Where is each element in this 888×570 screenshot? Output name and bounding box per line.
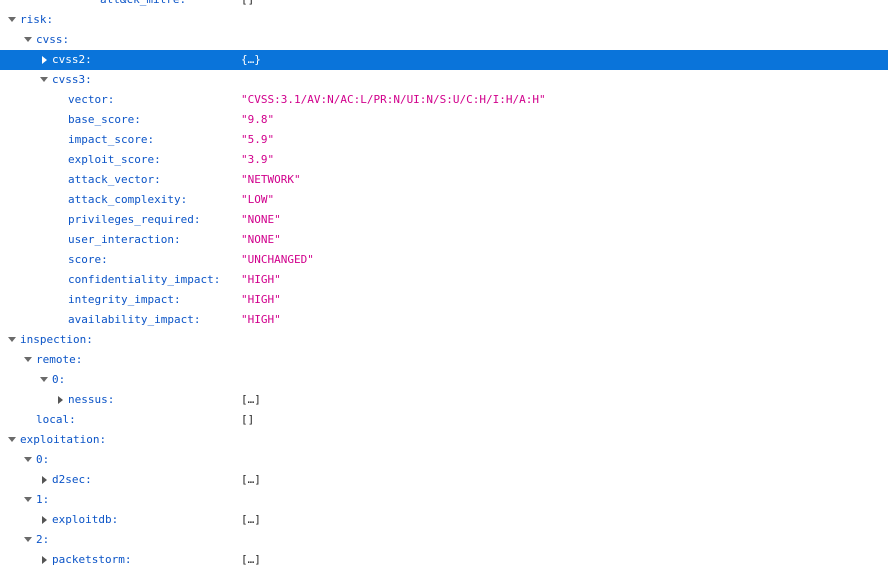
tree-row: integrity_impact: "HIGH" — [0, 290, 888, 310]
tree-value: "3.9" — [241, 153, 275, 166]
tree-row: local: [] — [0, 410, 888, 430]
tree-row[interactable]: exploitdb: […] — [0, 510, 888, 530]
tree-key: nessus: — [68, 393, 115, 406]
tree-key: risk: — [20, 13, 54, 26]
tree-row[interactable]: cvss2: {…} — [0, 50, 888, 70]
tree-key: cvss3: — [52, 73, 92, 86]
tree-key: inspection: — [20, 333, 93, 346]
tree-key: cvss: — [36, 33, 70, 46]
tree-row: user_interaction: "NONE" — [0, 230, 888, 250]
expanded-arrow-icon[interactable] — [24, 536, 32, 544]
tree-value[interactable]: […] — [241, 470, 261, 490]
tree-value: "UNCHANGED" — [241, 253, 314, 266]
expanded-arrow-icon[interactable] — [8, 336, 16, 344]
tree-key: availability_impact: — [68, 313, 201, 326]
tree-key: 2: — [36, 533, 50, 546]
expanded-arrow-icon[interactable] — [24, 36, 32, 44]
tree-key: integrity_impact: — [68, 293, 181, 306]
tree-key: attack_vector: — [68, 173, 161, 186]
tree-row[interactable]: exploitation: — [0, 430, 888, 450]
tree-row: impact_score: "5.9" — [0, 130, 888, 150]
tree-value[interactable]: {…} — [241, 50, 261, 70]
expanded-arrow-icon[interactable] — [40, 76, 48, 84]
tree-value: "NONE" — [241, 213, 281, 226]
tree-value: "5.9" — [241, 133, 275, 146]
tree-value[interactable]: […] — [241, 510, 261, 530]
expanded-arrow-icon[interactable] — [40, 376, 48, 384]
tree-key: local: — [36, 413, 76, 426]
tree-key: confidentiality_impact: — [68, 273, 221, 286]
tree-value: [] — [241, 0, 254, 10]
tree-row[interactable]: 0: — [0, 370, 888, 390]
tree-row[interactable]: d2sec: […] — [0, 470, 888, 490]
tree-row[interactable]: inspection: — [0, 330, 888, 350]
tree-key: remote: — [36, 353, 83, 366]
tree-key: score: — [68, 253, 108, 266]
tree-row: base_score: "9.8" — [0, 110, 888, 130]
tree-key: attack_complexity: — [68, 193, 188, 206]
tree-row: availability_impact: "HIGH" — [0, 310, 888, 330]
tree-value: "HIGH" — [241, 273, 281, 286]
tree-key: privileges_required: — [68, 213, 201, 226]
collapsed-arrow-icon[interactable] — [40, 476, 48, 484]
expanded-arrow-icon[interactable] — [24, 496, 32, 504]
tree-row: attack_vector: "NETWORK" — [0, 170, 888, 190]
tree-value: "CVSS:3.1/AV:N/AC:L/PR:N/UI:N/S:U/C:H/I:… — [241, 93, 546, 106]
tree-row[interactable]: packetstorm: […] — [0, 550, 888, 570]
tree-row[interactable]: nessus: […] — [0, 390, 888, 410]
tree-row: vector: "CVSS:3.1/AV:N/AC:L/PR:N/UI:N/S:U… — [0, 90, 888, 110]
tree-key: vector: — [68, 93, 115, 106]
tree-row: score: "UNCHANGED" — [0, 250, 888, 270]
collapsed-arrow-icon[interactable] — [40, 516, 48, 524]
tree-key: exploitation: — [20, 433, 107, 446]
tree-row[interactable]: risk: — [0, 10, 888, 30]
tree-key: d2sec: — [52, 473, 92, 486]
tree-key: base_score: — [68, 113, 141, 126]
tree-row[interactable]: 2: — [0, 530, 888, 550]
tree-row[interactable]: remote: — [0, 350, 888, 370]
tree-value[interactable]: […] — [241, 550, 261, 570]
tree-key: 1: — [36, 493, 50, 506]
tree-row: att&ck_mitre: [] — [0, 0, 888, 10]
tree-key: impact_score: — [68, 133, 155, 146]
tree-value: "NONE" — [241, 233, 281, 246]
tree-key: packetstorm: — [52, 553, 132, 566]
tree-row: confidentiality_impact: "HIGH" — [0, 270, 888, 290]
json-tree-view: att&ck_mitre: [] risk: cvss: cvss2: {…} cvss3:… — [0, 0, 888, 570]
tree-value: [] — [241, 413, 255, 426]
tree-key: exploit_score: — [68, 153, 161, 166]
tree-row[interactable]: 1: — [0, 490, 888, 510]
collapsed-arrow-icon[interactable] — [56, 396, 64, 404]
collapsed-arrow-icon[interactable] — [40, 56, 48, 64]
tree-value: "HIGH" — [241, 293, 281, 306]
tree-value[interactable]: […] — [241, 390, 261, 410]
tree-value: "HIGH" — [241, 313, 281, 326]
expanded-arrow-icon[interactable] — [24, 356, 32, 364]
tree-key: exploitdb: — [52, 513, 119, 526]
expanded-arrow-icon[interactable] — [8, 436, 16, 444]
expanded-arrow-icon[interactable] — [8, 16, 16, 24]
tree-key: att&ck_mitre: — [100, 0, 186, 10]
tree-row: privileges_required: "NONE" — [0, 210, 888, 230]
tree-key: 0: — [36, 453, 50, 466]
expanded-arrow-icon[interactable] — [24, 456, 32, 464]
tree-value: "NETWORK" — [241, 173, 301, 186]
tree-row[interactable]: 0: — [0, 450, 888, 470]
tree-row: exploit_score: "3.9" — [0, 150, 888, 170]
tree-row: attack_complexity: "LOW" — [0, 190, 888, 210]
tree-row[interactable]: cvss3: — [0, 70, 888, 90]
tree-row[interactable]: cvss: — [0, 30, 888, 50]
tree-key: user_interaction: — [68, 233, 181, 246]
tree-value: "LOW" — [241, 193, 275, 206]
collapsed-arrow-icon[interactable] — [40, 556, 48, 564]
tree-value: "9.8" — [241, 113, 275, 126]
tree-key: cvss2: — [52, 53, 92, 66]
tree-key: 0: — [52, 373, 66, 386]
